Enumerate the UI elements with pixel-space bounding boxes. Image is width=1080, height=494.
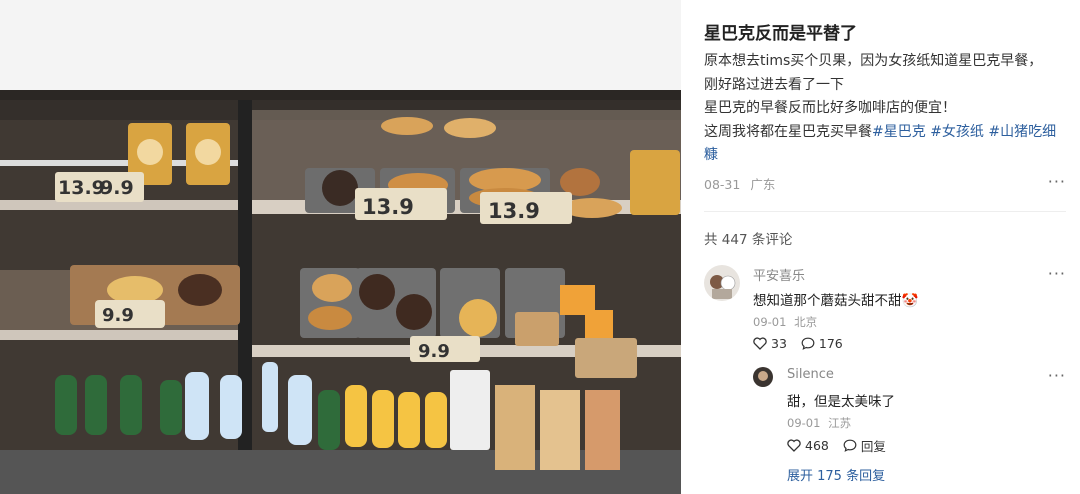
expand-replies-link[interactable]: 展开 175 条回复: [787, 465, 885, 484]
heart-icon: [753, 337, 767, 350]
heart-icon: [787, 439, 801, 452]
more-horizontal-icon[interactable]: ···: [1048, 366, 1066, 385]
comment-text-body: 想知道那个蘑菇头甜不甜: [753, 293, 902, 309]
reply-button[interactable]: 回复: [843, 436, 886, 455]
comment-bubble-icon: [801, 337, 815, 350]
reply-button[interactable]: 176: [801, 336, 843, 351]
post-title: 星巴克反而是平替了: [704, 24, 857, 44]
reply-author[interactable]: Silence: [787, 367, 834, 382]
hashtag-link[interactable]: #女孩纸: [930, 124, 984, 140]
post-body-line: 刚好路过进去看了一下: [704, 76, 844, 93]
reply-actions: 468 回复: [787, 436, 886, 455]
clown-emoji-icon: 🤡: [901, 293, 919, 309]
post-body: 原本想去tims买个贝果，因为女孩纸知道星巴克早餐， 刚好路过进去看了一下 星巴…: [704, 50, 1066, 168]
price-tag: 9.9: [100, 177, 134, 199]
post-meta: 08-31 广东: [704, 174, 775, 193]
like-count: 33: [771, 336, 787, 351]
comment-text: 想知道那个蘑菇头甜不甜🤡: [753, 289, 918, 309]
price-tag: 13.9: [58, 177, 105, 199]
comment-location: 北京: [794, 315, 818, 329]
like-button[interactable]: 33: [753, 336, 787, 351]
avatar[interactable]: [704, 265, 740, 301]
price-tag: 9.9: [102, 305, 134, 326]
post-body-text: 这周我将都在星巴克买早餐: [704, 123, 872, 140]
like-count: 468: [805, 438, 829, 453]
post-date: 08-31: [704, 177, 741, 192]
comment-actions: 33 176: [753, 336, 843, 351]
price-tag: 9.9: [418, 341, 450, 362]
avatar[interactable]: [753, 367, 773, 387]
price-tag: 13.9: [362, 195, 414, 219]
hashtag-link[interactable]: #星巴克: [872, 124, 926, 140]
bakery-display-case-photo[interactable]: 13.9 9.9 9.9 13.9 13.9 9.9: [0, 90, 681, 494]
post-body-line: 星巴克的早餐反而比好多咖啡店的便宜！: [704, 100, 956, 116]
more-horizontal-icon[interactable]: ···: [1048, 172, 1066, 191]
comment-bubble-icon: [843, 439, 857, 452]
divider: [704, 211, 1066, 212]
like-button[interactable]: 468: [787, 438, 829, 453]
reply-location: 江苏: [828, 416, 852, 430]
comment-meta: 09-01 北京: [753, 314, 817, 330]
reply-date: 09-01: [787, 416, 821, 430]
post-image-area[interactable]: 13.9 9.9 9.9 13.9 13.9 9.9: [0, 0, 681, 494]
reply-label: 回复: [860, 439, 886, 454]
post-body-line: 原本想去tims买个贝果，因为女孩纸知道星巴克早餐，: [704, 53, 1043, 69]
comment-count: 共 447 条评论: [704, 232, 793, 248]
post-location: 广东: [750, 177, 776, 192]
more-horizontal-icon[interactable]: ···: [1048, 264, 1066, 283]
price-tag: 13.9: [488, 199, 540, 223]
comment-date: 09-01: [753, 315, 787, 329]
post-detail-panel: 星巴克反而是平替了 原本想去tims买个贝果，因为女孩纸知道星巴克早餐， 刚好路…: [681, 0, 1080, 494]
reply-meta: 09-01 江苏: [787, 415, 851, 431]
post-body-line-with-tags: 这周我将都在星巴克买早餐#星巴克 #女孩纸 #山猪吃细糠: [704, 121, 1066, 168]
reply-count: 176: [818, 336, 843, 351]
comment-author[interactable]: 平安喜乐: [753, 265, 805, 284]
reply-text: 甜，但是太美味了: [787, 394, 895, 410]
